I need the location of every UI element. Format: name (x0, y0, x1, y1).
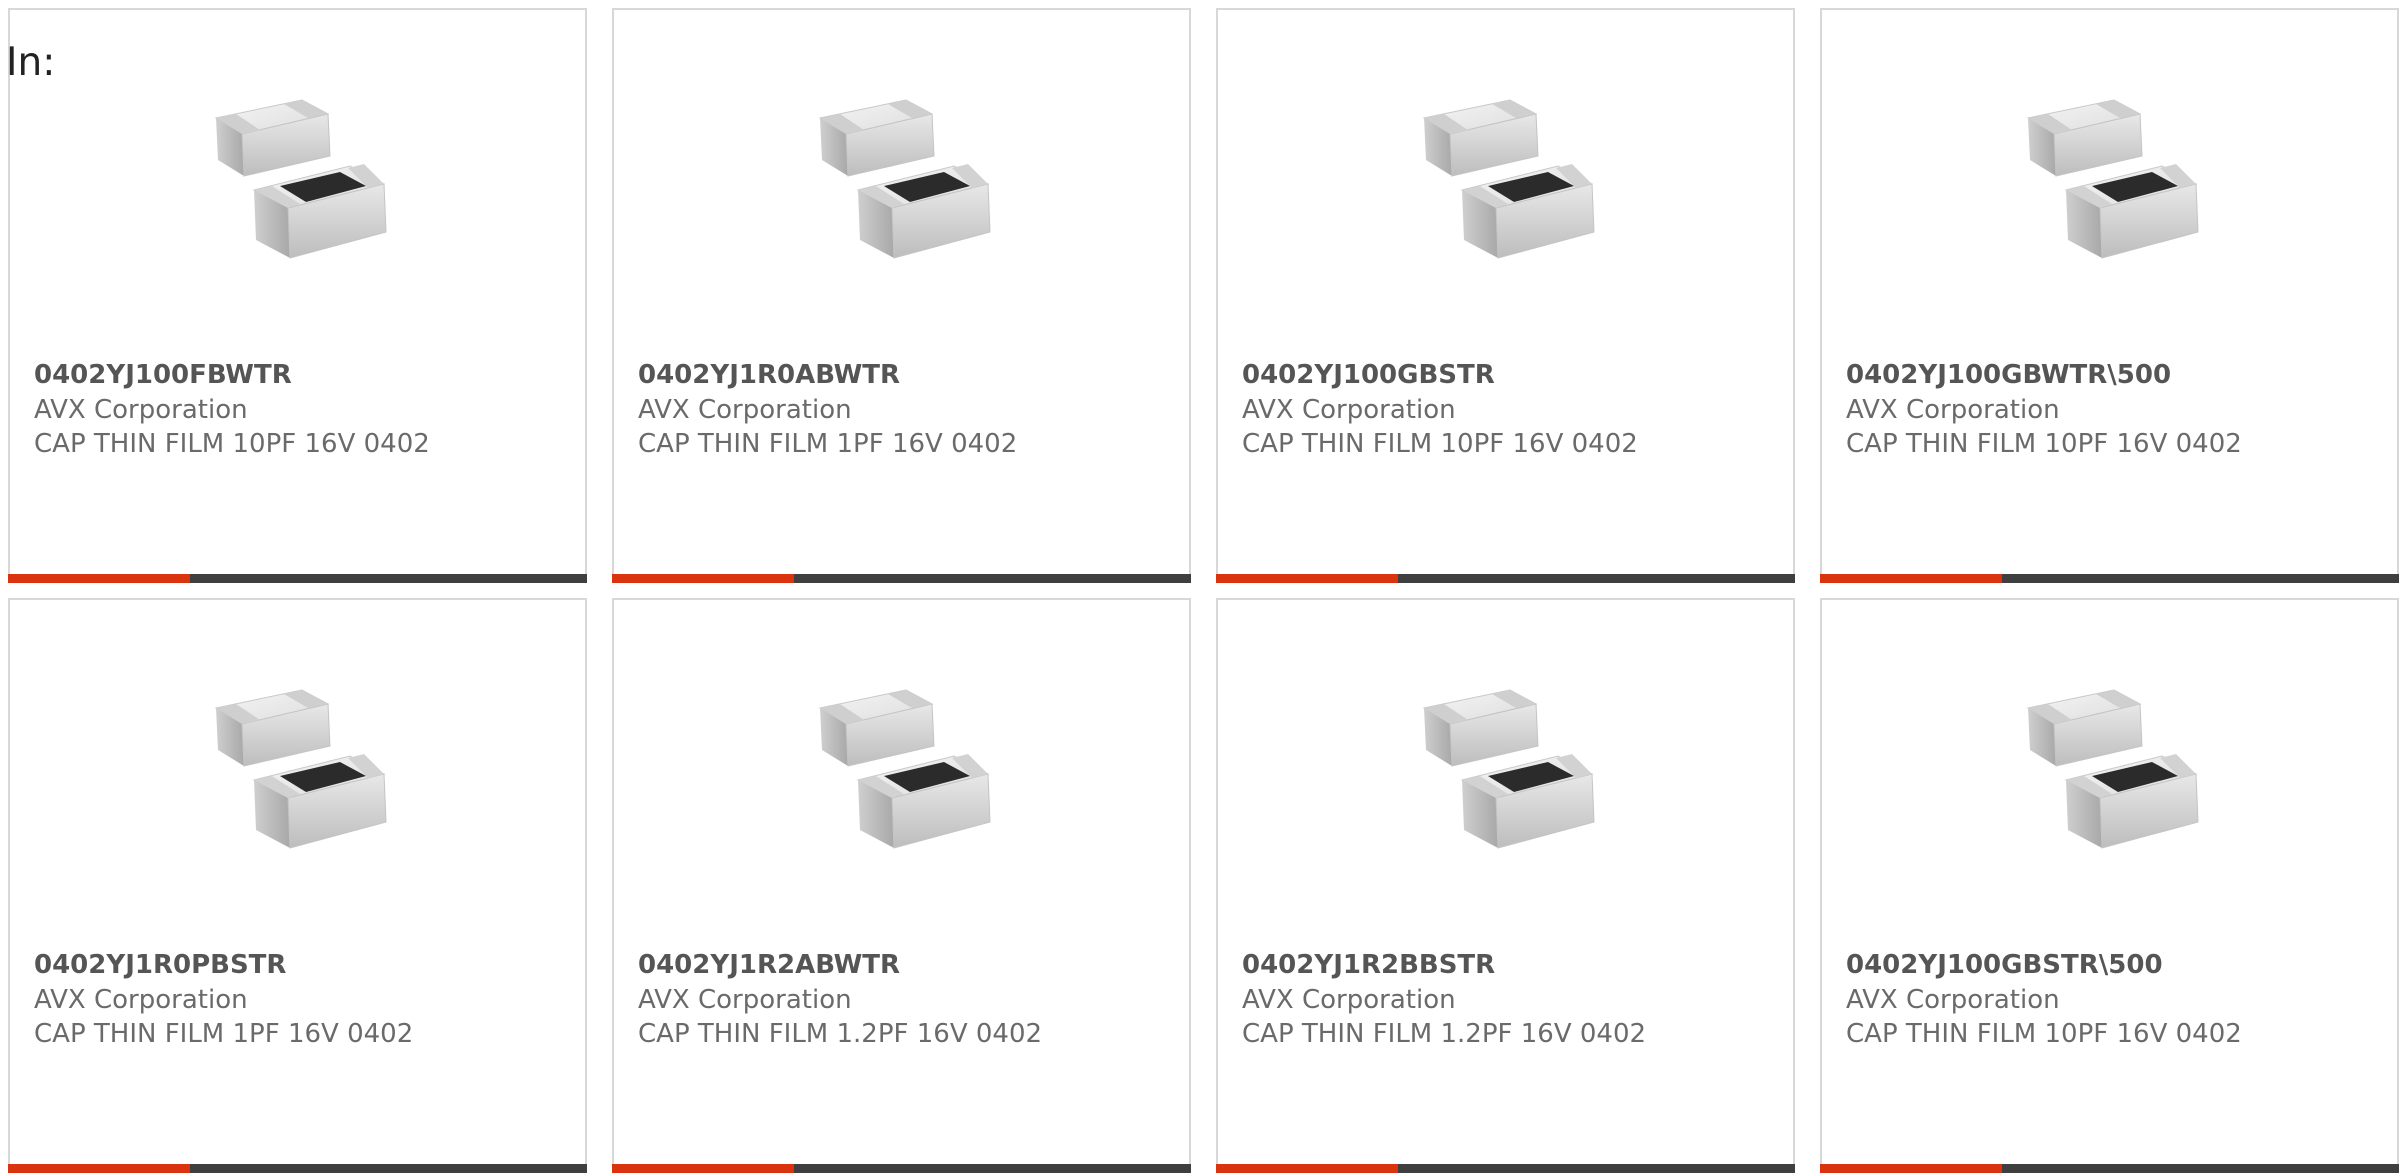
card-bottom-bar (1216, 1164, 1795, 1173)
smd-capacitor-image[interactable] (2010, 670, 2214, 874)
part-number-link[interactable]: 0402YJ100GBSTR (1242, 358, 1495, 392)
part-number-link[interactable]: 0402YJ1R2ABWTR (638, 948, 900, 982)
product-card[interactable]: 0402YJ100GBWTR\500 AVX Corporation CAP T… (1820, 8, 2399, 583)
manufacturer-name: AVX Corporation (638, 395, 852, 425)
manufacturer-name: AVX Corporation (1846, 985, 2060, 1015)
product-description: CAP THIN FILM 10PF 16V 0402 (1242, 429, 1638, 459)
product-description: CAP THIN FILM 10PF 16V 0402 (1846, 429, 2242, 459)
part-number-link[interactable]: 0402YJ100FBWTR (34, 358, 292, 392)
card-bottom-bar (1820, 574, 2399, 583)
product-description: CAP THIN FILM 1PF 16V 0402 (34, 1019, 414, 1049)
product-card[interactable]: 0402YJ100GBSTR AVX Corporation CAP THIN … (1216, 8, 1795, 583)
part-number-link[interactable]: 0402YJ100GBSTR\500 (1846, 948, 2163, 982)
part-number-link[interactable]: 0402YJ1R0PBSTR (34, 948, 286, 982)
smd-capacitor-image[interactable] (1406, 670, 1610, 874)
product-grid: 0402YJ100FBWTR AVX Corporation CAP THIN … (0, 0, 2400, 1173)
card-bottom-bar (612, 574, 1191, 583)
product-description: CAP THIN FILM 1.2PF 16V 0402 (638, 1019, 1043, 1049)
card-accent-bar (1216, 1164, 1398, 1173)
smd-capacitor-image[interactable] (2010, 80, 2214, 284)
product-description: CAP THIN FILM 1PF 16V 0402 (638, 429, 1018, 459)
product-card[interactable]: 0402YJ1R2BBSTR AVX Corporation CAP THIN … (1216, 598, 1795, 1173)
product-description: CAP THIN FILM 1.2PF 16V 0402 (1242, 1019, 1647, 1049)
card-accent-bar (1820, 574, 2002, 583)
card-accent-bar (8, 1164, 190, 1173)
product-card[interactable]: 0402YJ1R0PBSTR AVX Corporation CAP THIN … (8, 598, 587, 1173)
product-card[interactable]: 0402YJ100FBWTR AVX Corporation CAP THIN … (8, 8, 587, 583)
smd-capacitor-image[interactable] (1406, 80, 1610, 284)
card-bottom-bar (8, 1164, 587, 1173)
smd-capacitor-image[interactable] (802, 80, 1006, 284)
smd-capacitor-image[interactable] (198, 80, 402, 284)
product-card[interactable]: 0402YJ1R2ABWTR AVX Corporation CAP THIN … (612, 598, 1191, 1173)
card-accent-bar (1216, 574, 1398, 583)
product-description: CAP THIN FILM 10PF 16V 0402 (34, 429, 430, 459)
smd-capacitor-image[interactable] (802, 670, 1006, 874)
card-bottom-bar (1820, 1164, 2399, 1173)
manufacturer-name: AVX Corporation (1242, 395, 1456, 425)
product-description: CAP THIN FILM 10PF 16V 0402 (1846, 1019, 2242, 1049)
manufacturer-name: AVX Corporation (1242, 985, 1456, 1015)
filter-label: In: (6, 40, 56, 85)
card-accent-bar (612, 574, 794, 583)
smd-capacitor-image[interactable] (198, 670, 402, 874)
card-accent-bar (8, 574, 190, 583)
manufacturer-name: AVX Corporation (1846, 395, 2060, 425)
part-number-link[interactable]: 0402YJ1R0ABWTR (638, 358, 900, 392)
card-accent-bar (1820, 1164, 2002, 1173)
card-bottom-bar (8, 574, 587, 583)
card-bottom-bar (612, 1164, 1191, 1173)
part-number-link[interactable]: 0402YJ1R2BBSTR (1242, 948, 1495, 982)
part-number-link[interactable]: 0402YJ100GBWTR\500 (1846, 358, 2171, 392)
manufacturer-name: AVX Corporation (34, 985, 248, 1015)
product-card[interactable]: 0402YJ1R0ABWTR AVX Corporation CAP THIN … (612, 8, 1191, 583)
product-card[interactable]: 0402YJ100GBSTR\500 AVX Corporation CAP T… (1820, 598, 2399, 1173)
manufacturer-name: AVX Corporation (638, 985, 852, 1015)
manufacturer-name: AVX Corporation (34, 395, 248, 425)
card-bottom-bar (1216, 574, 1795, 583)
card-accent-bar (612, 1164, 794, 1173)
